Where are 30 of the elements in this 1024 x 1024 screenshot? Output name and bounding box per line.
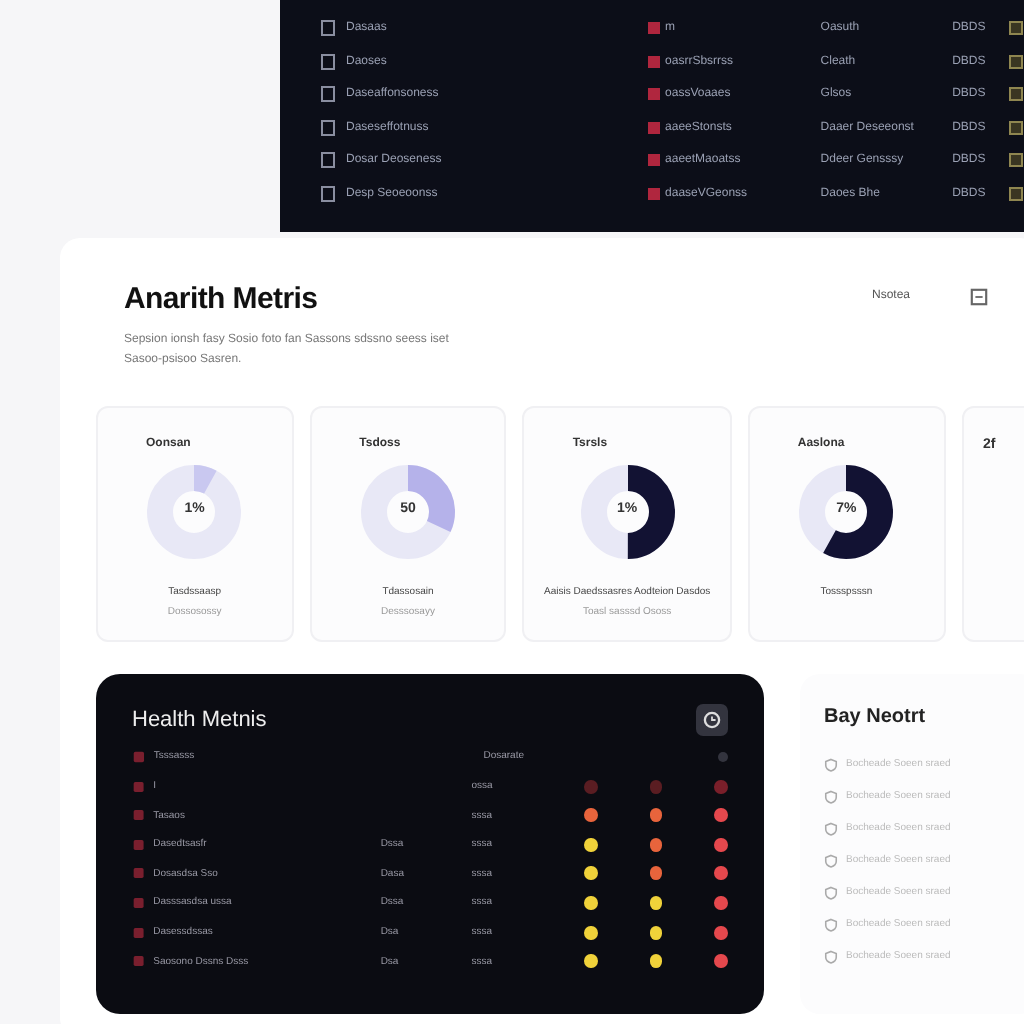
square-icon[interactable] [1007, 119, 1024, 136]
card-title: Health Metnis [132, 708, 267, 733]
square-icon[interactable] [1007, 20, 1024, 37]
square-icon [132, 866, 146, 881]
square-icon[interactable] [1007, 53, 1024, 70]
clock-icon[interactable] [696, 704, 728, 737]
shield-icon [824, 885, 838, 900]
square-icon[interactable] [1007, 152, 1024, 169]
square-icon [132, 808, 146, 823]
square-icon [132, 749, 146, 764]
donut-chart [577, 462, 678, 563]
square-icon[interactable] [1007, 86, 1024, 103]
square-icon [132, 779, 146, 794]
shield-icon [824, 789, 838, 804]
square-icon [132, 925, 146, 940]
card-title: Bay Neotrt [824, 706, 928, 729]
donut-chart [796, 462, 897, 563]
square-icon [132, 895, 146, 910]
shield-icon [824, 821, 838, 836]
square-icon[interactable] [1007, 185, 1024, 202]
square-icon [132, 837, 146, 852]
donut-chart [357, 462, 458, 563]
shield-icon [824, 853, 838, 868]
section-title: Anarith Metris [124, 282, 320, 316]
square-icon [132, 954, 146, 969]
donut-chart [144, 462, 245, 563]
export-icon[interactable] [970, 288, 988, 306]
shield-icon [824, 917, 838, 932]
shield-icon [824, 757, 838, 772]
shield-icon [824, 949, 838, 964]
